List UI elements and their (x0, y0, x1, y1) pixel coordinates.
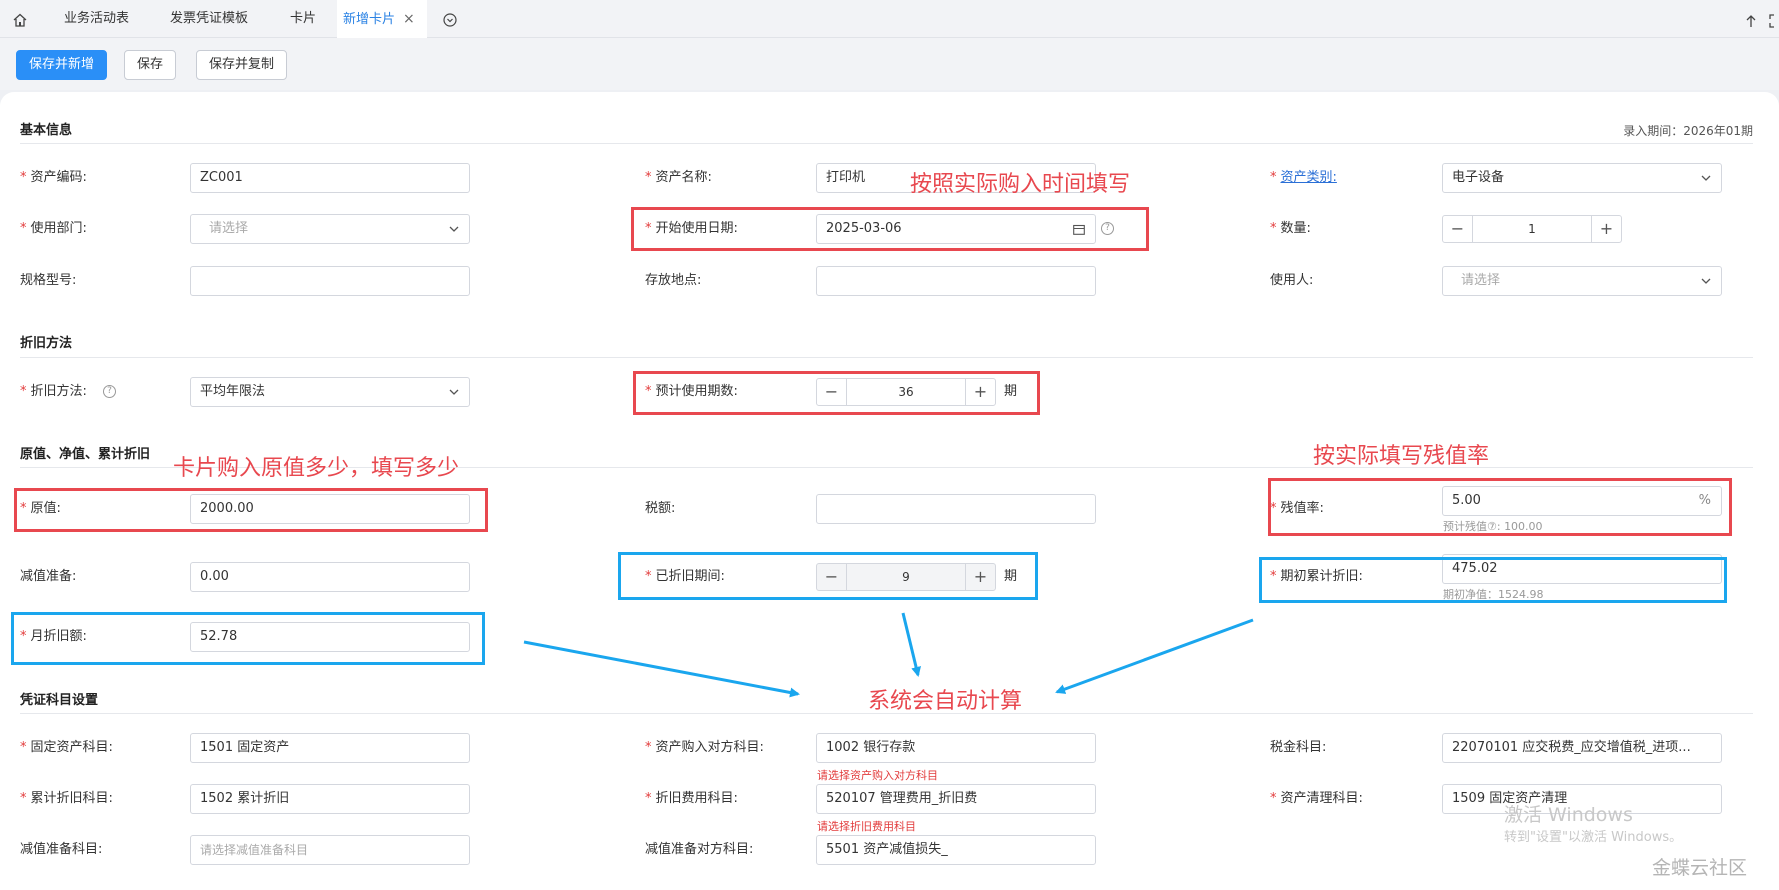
accum-depr-account-label: * 累计折旧科目: (20, 791, 113, 806)
annotation-text-original: 卡片购入原值多少，填写多少 (173, 456, 460, 481)
help-icon[interactable]: ? (103, 385, 117, 398)
user-label: 使用人: (1270, 273, 1314, 288)
asset-category-label[interactable]: * 资产类别: (1270, 163, 1337, 193)
annotation-box-salvage (1268, 478, 1732, 536)
location-label: 存放地点: (645, 273, 702, 288)
tab-cards[interactable]: 卡片 (284, 0, 322, 38)
impairment-account-label: 减值准备科目: (20, 842, 103, 857)
tab-label: 卡片 (290, 11, 317, 26)
accum-depr-account-input[interactable]: 1502 累计折旧 (190, 784, 470, 814)
section-title-depreciation: 折旧方法 (20, 336, 73, 351)
location-input[interactable] (816, 266, 1096, 296)
section-title-basic: 基本信息 (20, 123, 73, 138)
save-and-new-button[interactable]: 保存并新增 (16, 50, 108, 80)
dept-select[interactable]: 请选择 (190, 214, 470, 244)
fa-account-input[interactable]: 1501 固定资产 (190, 733, 470, 763)
windows-activation-title: 激活 Windows (1504, 804, 1633, 826)
quantity-label: * 数量: (1270, 221, 1311, 236)
dept-label: * 使用部门: (20, 221, 87, 236)
tax-label: 税额: (645, 501, 676, 516)
purchase-account-error: 请选择资产购入对方科目 (817, 769, 938, 782)
home-icon[interactable] (12, 12, 28, 28)
depr-expense-account-error: 请选择折旧费用科目 (817, 820, 916, 833)
annotation-box-date (631, 207, 1149, 251)
annotation-box-depr-periods (618, 552, 1038, 600)
spec-input[interactable] (190, 266, 470, 296)
asset-category-select[interactable]: 电子设备 (1442, 163, 1722, 193)
annotation-text-auto-calc: 系统会自动计算 (868, 689, 1023, 714)
asset-code-input[interactable]: ZC001 (190, 163, 470, 193)
user-select[interactable]: 请选择 (1442, 266, 1722, 296)
tax-input[interactable] (816, 494, 1096, 524)
purchase-account-label: * 资产购入对方科目: (645, 740, 764, 755)
spec-label: 规格型号: (20, 273, 77, 288)
section-title-value: 原值、净值、累计折旧 (20, 447, 151, 462)
windows-activation-subtitle: 转到"设置"以激活 Windows。 (1504, 830, 1683, 845)
tab-label: 业务活动表 (64, 11, 130, 26)
depr-expense-account-label: * 折旧费用科目: (645, 791, 738, 806)
tab-invoice-template[interactable]: 发票凭证模板 (164, 0, 254, 38)
annotation-box-monthly (11, 612, 485, 665)
annotation-box-life (633, 371, 1040, 415)
decrement-button[interactable]: − (1443, 216, 1473, 242)
depr-expense-account-input[interactable]: 520107 管理费用_折旧费 (816, 784, 1096, 814)
toolbar: 保存并新增 保存 保存并复制 (0, 38, 1779, 90)
tax-account-label: 税金科目: (1270, 740, 1327, 755)
tab-bar: 业务活动表 发票凭证模板 卡片 新增卡片 × (0, 0, 1779, 38)
annotation-text-date: 按照实际购入时间填写 (910, 172, 1131, 197)
impairment-contra-input[interactable]: 5501 资产减值损失_ (816, 835, 1096, 865)
fullscreen-icon[interactable] (1769, 14, 1779, 28)
divider (20, 143, 1753, 144)
section-title-voucher: 凭证科目设置 (20, 693, 99, 708)
kingdee-community-logo: 金蝶云社区 (1652, 857, 1748, 879)
annotation-box-accum-depr (1259, 557, 1727, 603)
tab-label: 新增卡片 (343, 12, 396, 27)
arrow-up-icon[interactable] (1745, 14, 1757, 28)
tab-new-card[interactable]: 新增卡片 × (337, 0, 427, 38)
increment-button[interactable]: + (1591, 216, 1621, 242)
quantity-stepper: − 1 + (1442, 215, 1622, 243)
tab-label: 发票凭证模板 (170, 11, 249, 26)
asset-name-label: * 资产名称: (645, 170, 712, 185)
impairment-label: 减值准备: (20, 569, 77, 584)
impairment-contra-label: 减值准备对方科目: (645, 842, 754, 857)
chevron-down-icon (449, 226, 459, 232)
save-and-copy-button[interactable]: 保存并复制 (196, 50, 288, 80)
close-icon[interactable]: × (403, 11, 415, 27)
save-button[interactable]: 保存 (124, 50, 177, 80)
purchase-account-input[interactable]: 1002 银行存款 (816, 733, 1096, 763)
impairment-input[interactable]: 0.00 (190, 562, 470, 592)
depr-method-select[interactable]: 平均年限法 (190, 377, 470, 407)
tax-account-input[interactable]: 22070101 应交税费_应交增值税_进项... (1442, 733, 1722, 763)
chevron-down-icon (1701, 278, 1711, 284)
impairment-account-input[interactable]: 请选择减值准备科目 (190, 835, 470, 865)
depr-method-label: * 折旧方法: ? (20, 377, 117, 407)
asset-code-label: * 资产编码: (20, 170, 87, 185)
period-label: 录入期间：2026年01期 (1623, 124, 1753, 138)
chevron-down-icon (449, 389, 459, 395)
quantity-value[interactable]: 1 (1473, 216, 1591, 242)
clearing-account-label: * 资产清理科目: (1270, 791, 1363, 806)
tab-business-activity[interactable]: 业务活动表 (58, 0, 135, 38)
annotation-box-original (14, 488, 488, 532)
chevron-down-circle-icon[interactable] (443, 13, 457, 27)
chevron-down-icon (1701, 175, 1711, 181)
annotation-text-salvage: 按实际填写残值率 (1313, 444, 1490, 469)
fa-account-label: * 固定资产科目: (20, 740, 113, 755)
divider (20, 357, 1753, 358)
